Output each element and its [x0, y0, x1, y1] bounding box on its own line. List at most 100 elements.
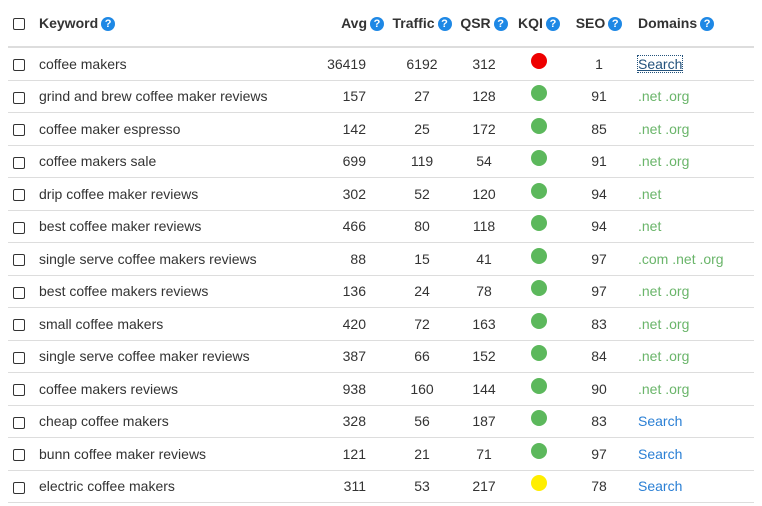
domains-cell: .net .org — [634, 275, 754, 308]
keyword-cell: grind and brew coffee maker reviews — [30, 80, 300, 113]
column-header-traffic[interactable]: Traffic? — [390, 0, 454, 48]
qsr-cell: 217 — [454, 470, 514, 503]
column-header-avg[interactable]: Avg? — [300, 0, 390, 48]
traffic-cell: 72 — [390, 307, 454, 341]
domains-cell: Search — [634, 470, 754, 503]
seo-cell: 94 — [564, 177, 634, 211]
row-checkbox[interactable] — [13, 286, 25, 299]
keyword-cell: best coffee maker reviews — [30, 210, 300, 243]
kqi-green-dot-icon — [531, 377, 547, 394]
avg-cell: 466 — [300, 210, 390, 243]
kqi-cell — [514, 372, 564, 406]
row-checkbox[interactable] — [13, 221, 25, 234]
available-domains: .net .org — [638, 153, 690, 170]
column-label: KQI — [518, 15, 543, 31]
table-row: cheap coffee makers 328 56 187 83 Search — [8, 405, 754, 438]
kqi-cell — [514, 47, 564, 81]
column-header-kqi[interactable]: KQI? — [514, 0, 564, 48]
help-icon[interactable]: ? — [101, 17, 116, 31]
domains-cell: Search — [634, 437, 754, 471]
keyword-cell: bunn coffee maker reviews — [30, 437, 300, 471]
help-icon[interactable]: ? — [700, 17, 715, 31]
kqi-cell — [514, 340, 564, 373]
row-checkbox[interactable] — [13, 481, 25, 494]
traffic-cell: 52 — [390, 177, 454, 211]
qsr-cell: 41 — [454, 242, 514, 276]
seo-cell: 97 — [564, 242, 634, 276]
table-row: small coffee makers 420 72 163 83 .net .org — [8, 307, 754, 341]
domains-cell: .net .org — [634, 112, 754, 146]
kqi-green-dot-icon — [531, 312, 547, 329]
row-checkbox[interactable] — [13, 91, 25, 104]
seo-cell: 83 — [564, 405, 634, 438]
qsr-cell: 118 — [454, 210, 514, 243]
row-checkbox[interactable] — [13, 254, 25, 267]
domain-search-link[interactable]: Search — [636, 54, 684, 73]
help-icon[interactable]: ? — [370, 17, 384, 31]
row-checkbox[interactable] — [13, 384, 25, 397]
keyword-cell: coffee makers sale — [30, 145, 300, 178]
column-header-domains[interactable]: Domains? — [634, 0, 754, 48]
avg-cell: 136 — [300, 275, 390, 308]
seo-cell: 91 — [564, 80, 634, 113]
kqi-green-dot-icon — [531, 442, 547, 459]
help-icon[interactable]: ? — [608, 17, 623, 31]
table-row: best coffee makers reviews 136 24 78 97 .net … — [8, 275, 754, 308]
qsr-cell: 128 — [454, 80, 514, 113]
table-row: bunn coffee maker reviews 121 21 71 97 Search — [8, 437, 754, 471]
qsr-cell: 120 — [454, 177, 514, 211]
seo-cell: 1 — [564, 47, 634, 81]
domain-search-link[interactable]: Search — [638, 478, 682, 494]
traffic-cell: 15 — [390, 242, 454, 276]
available-domains: .net .org — [638, 88, 690, 105]
row-checkbox[interactable] — [13, 124, 25, 137]
available-domains: .com .net .org — [638, 250, 724, 267]
domain-search-link[interactable]: Search — [638, 446, 682, 462]
select-all-checkbox[interactable] — [13, 18, 25, 31]
help-icon[interactable]: ? — [437, 17, 452, 31]
keyword-cell: coffee makers reviews — [30, 372, 300, 406]
row-checkbox[interactable] — [13, 156, 25, 169]
avg-cell: 311 — [300, 470, 390, 503]
available-domains: .net .org — [638, 315, 690, 332]
avg-cell: 302 — [300, 177, 390, 211]
seo-cell: 90 — [564, 372, 634, 406]
row-select-cell — [8, 80, 30, 113]
qsr-cell: 152 — [454, 340, 514, 373]
column-header-seo[interactable]: SEO? — [564, 0, 634, 48]
keyword-table: Keyword? Avg? Traffic? QSR? KQI? SEO? Do… — [8, 0, 754, 503]
available-domains: .net .org — [638, 120, 690, 137]
row-checkbox[interactable] — [13, 59, 25, 72]
seo-cell: 97 — [564, 275, 634, 308]
table-row: coffee maker espresso 142 25 172 85 .net .org — [8, 112, 754, 146]
row-checkbox[interactable] — [13, 449, 25, 462]
seo-cell: 97 — [564, 437, 634, 471]
row-checkbox[interactable] — [13, 416, 25, 429]
traffic-cell: 21 — [390, 437, 454, 471]
kqi-green-dot-icon — [531, 150, 547, 167]
domain-search-link[interactable]: Search — [638, 413, 682, 429]
column-header-keyword[interactable]: Keyword? — [30, 0, 300, 48]
kqi-cell — [514, 145, 564, 178]
domains-cell: .net .org — [634, 340, 754, 373]
row-checkbox[interactable] — [13, 189, 25, 202]
kqi-green-dot-icon — [531, 345, 547, 362]
column-header-qsr[interactable]: QSR? — [454, 0, 514, 48]
column-label: SEO — [575, 15, 606, 31]
qsr-cell: 172 — [454, 112, 514, 146]
table-row: coffee makers sale 699 119 54 91 .net .org — [8, 145, 754, 178]
help-icon[interactable]: ? — [493, 17, 508, 31]
row-select-cell — [8, 372, 30, 406]
available-domains: .net — [638, 218, 662, 235]
keyword-cell: cheap coffee makers — [30, 405, 300, 438]
table-row: electric coffee makers 311 53 217 78 Search — [8, 470, 754, 503]
traffic-cell: 27 — [390, 80, 454, 113]
help-icon[interactable]: ? — [545, 17, 560, 31]
row-checkbox[interactable] — [13, 319, 25, 332]
column-label: Domains — [638, 15, 698, 31]
column-label: Traffic — [392, 15, 435, 31]
row-checkbox[interactable] — [13, 351, 25, 364]
row-select-cell — [8, 145, 30, 178]
keyword-cell: best coffee makers reviews — [30, 275, 300, 308]
seo-cell: 83 — [564, 307, 634, 341]
